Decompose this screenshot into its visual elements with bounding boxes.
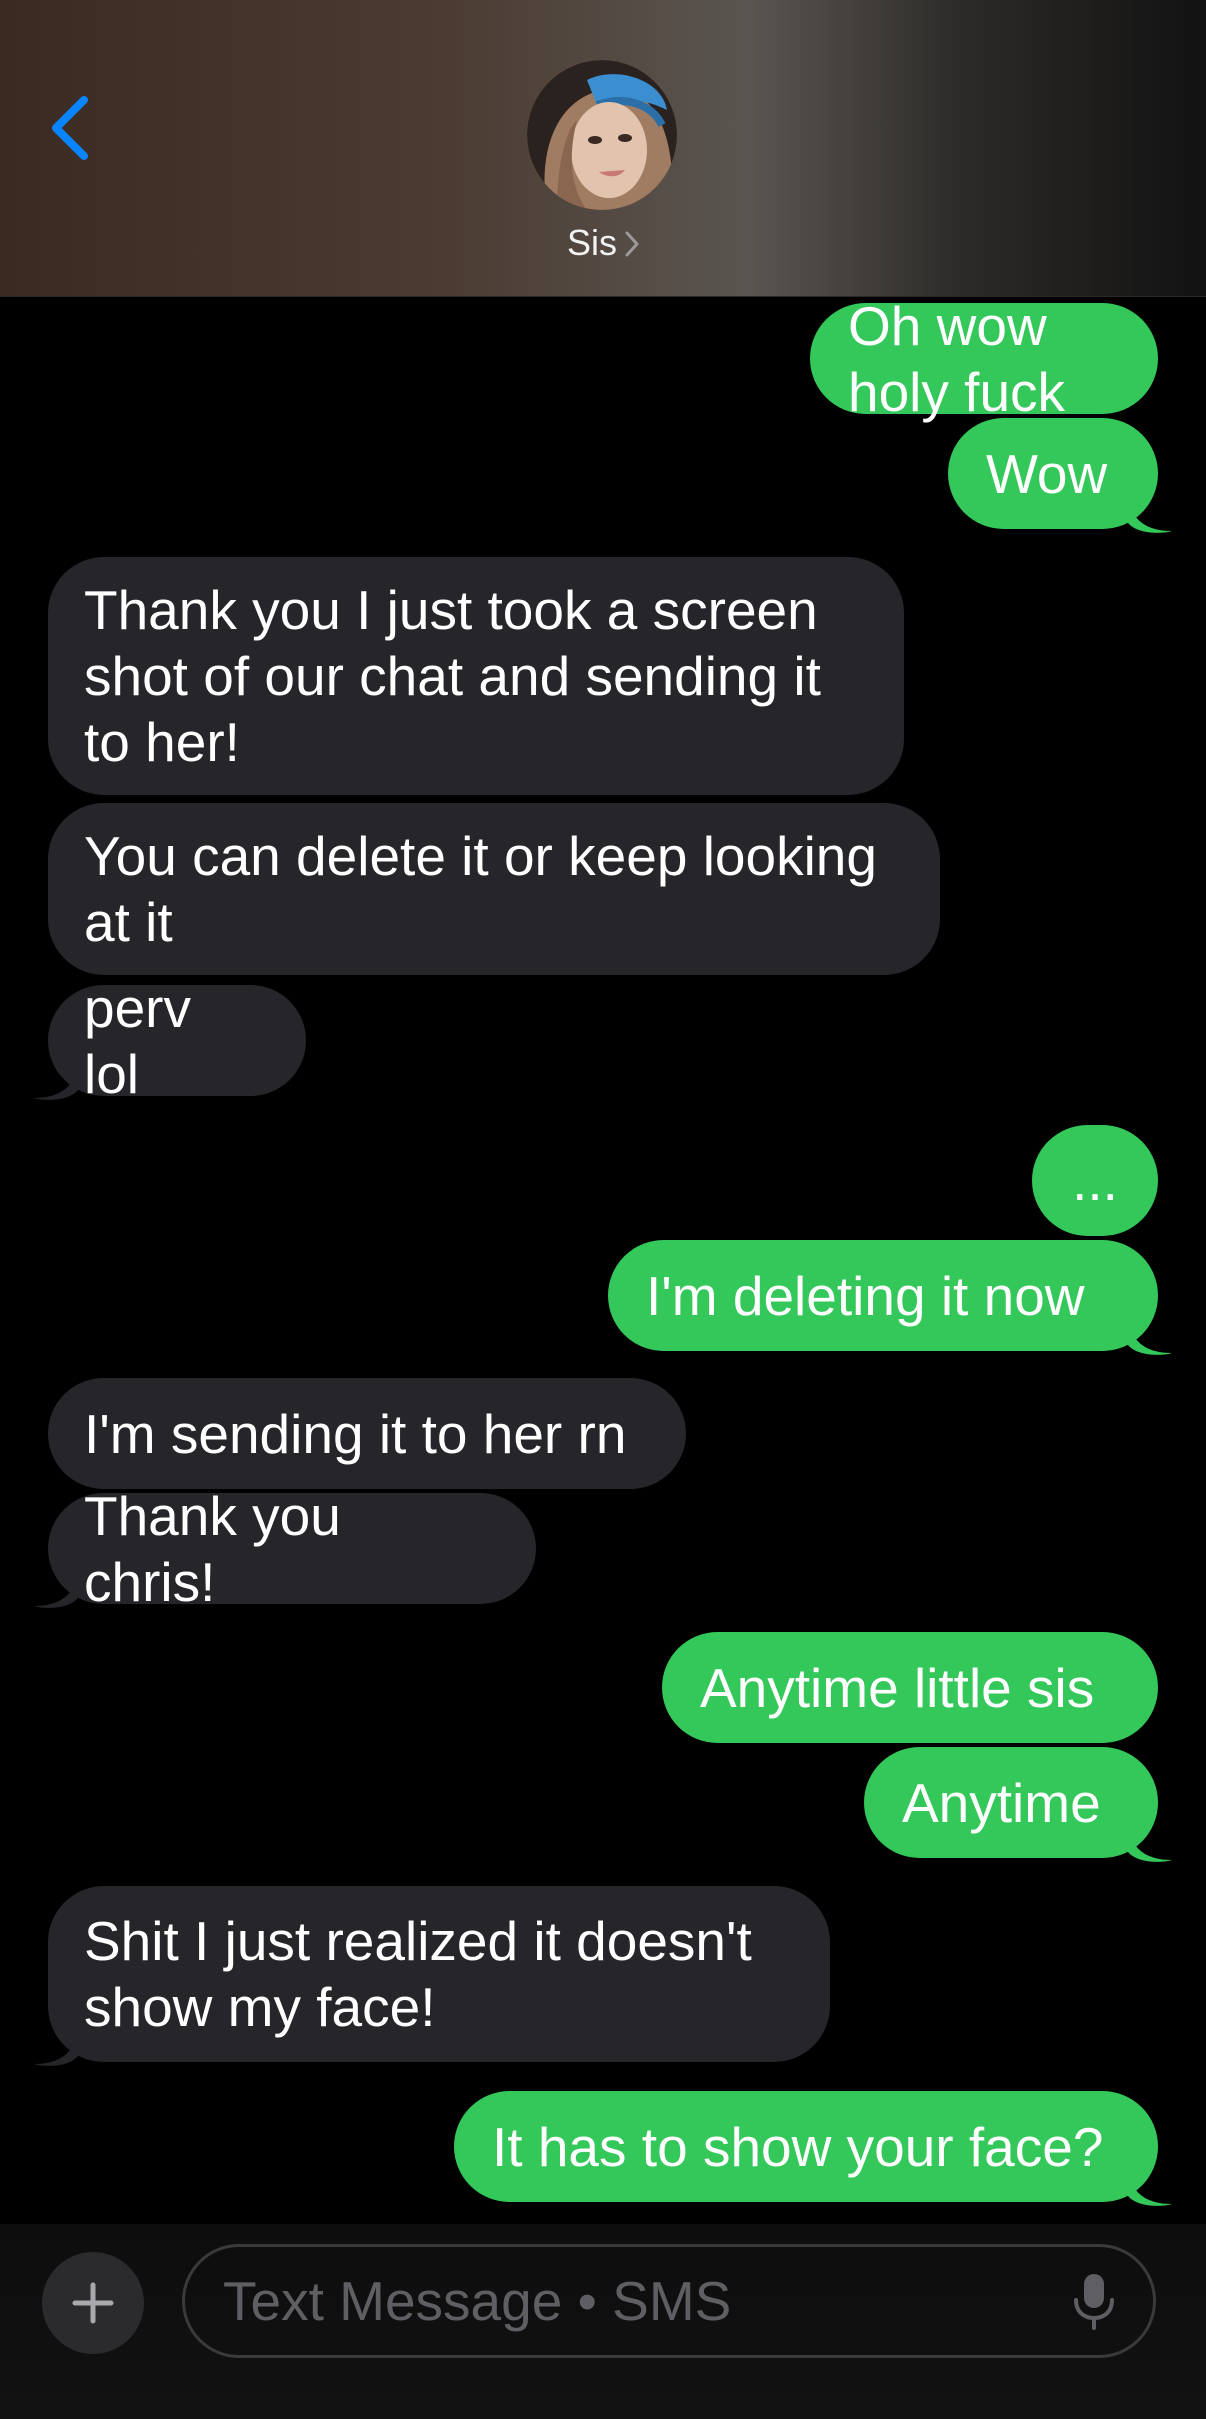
message-bubble-incoming[interactable]: You can delete it or keep looking at it — [48, 803, 940, 975]
contact-name-button[interactable]: Sis — [0, 222, 1206, 266]
message-bubble-outgoing[interactable]: Anytime little sis — [662, 1632, 1158, 1743]
message-text: ... — [1072, 1149, 1118, 1212]
avatar[interactable] — [527, 60, 677, 210]
message-bubble-incoming[interactable]: Thank you I just took a screen shot of o… — [48, 557, 904, 795]
message-input[interactable]: Text Message • SMS — [182, 2244, 1156, 2358]
message-text: I'm deleting it now — [646, 1264, 1085, 1327]
message-text: Anytime little sis — [700, 1656, 1095, 1719]
message-text: Shit I just realized it doesn't show my … — [84, 1910, 752, 2038]
message-bubble-incoming[interactable]: perv lol — [48, 977, 306, 1105]
microphone-icon — [1074, 2274, 1114, 2330]
message-bubble-incoming[interactable]: Thank you chris! — [48, 1485, 536, 1613]
avatar-photo — [527, 60, 677, 210]
microphone-button[interactable] — [1070, 2272, 1118, 2332]
message-bubble-outgoing[interactable]: Oh wow holy fuck — [810, 295, 1158, 423]
message-text: It has to show your face? — [492, 2115, 1104, 2178]
message-text: Anytime — [902, 1771, 1101, 1834]
message-bubble-incoming[interactable]: Shit I just realized it doesn't show my … — [48, 1886, 830, 2062]
message-bubble-outgoing[interactable]: Wow — [948, 418, 1158, 529]
message-thread[interactable]: Oh wow holy fuck Wow Thank you I just to… — [0, 295, 1206, 2224]
bubble-tail — [34, 1576, 78, 1608]
message-bubble-outgoing[interactable]: I'm deleting it now — [608, 1240, 1158, 1351]
message-text: I'm sending it to her rn — [84, 1402, 627, 1465]
message-bubble-outgoing[interactable]: It has to show your face? — [454, 2091, 1158, 2202]
chevron-right-icon — [625, 224, 639, 266]
message-bubble-outgoing[interactable]: ... — [1032, 1125, 1158, 1236]
bubble-tail — [34, 1068, 78, 1100]
message-text: Wow — [986, 442, 1108, 505]
message-text: Thank you I just took a screen shot of o… — [84, 579, 821, 773]
message-text: Thank you chris! — [84, 1484, 341, 1613]
message-text: You can delete it or keep looking at it — [84, 825, 877, 953]
message-text: perv lol — [84, 976, 191, 1105]
plus-icon — [72, 2282, 114, 2324]
bubble-tail — [1128, 501, 1172, 533]
chevron-left-icon — [52, 96, 88, 160]
message-text: Oh wow holy fuck — [848, 294, 1066, 423]
bubble-tail — [1128, 1830, 1172, 1862]
back-button[interactable] — [40, 88, 100, 168]
message-bubble-outgoing[interactable]: Anytime — [864, 1747, 1158, 1858]
message-bubble-incoming[interactable]: I'm sending it to her rn — [48, 1378, 686, 1489]
message-input-placeholder: Text Message • SMS — [223, 2270, 732, 2332]
bubble-tail — [34, 2034, 78, 2066]
add-attachment-button[interactable] — [42, 2252, 144, 2354]
contact-name: Sis — [566, 222, 617, 263]
bubble-tail — [1128, 1323, 1172, 1355]
bubble-tail — [1128, 2174, 1172, 2206]
conversation-header: Sis — [0, 0, 1206, 297]
